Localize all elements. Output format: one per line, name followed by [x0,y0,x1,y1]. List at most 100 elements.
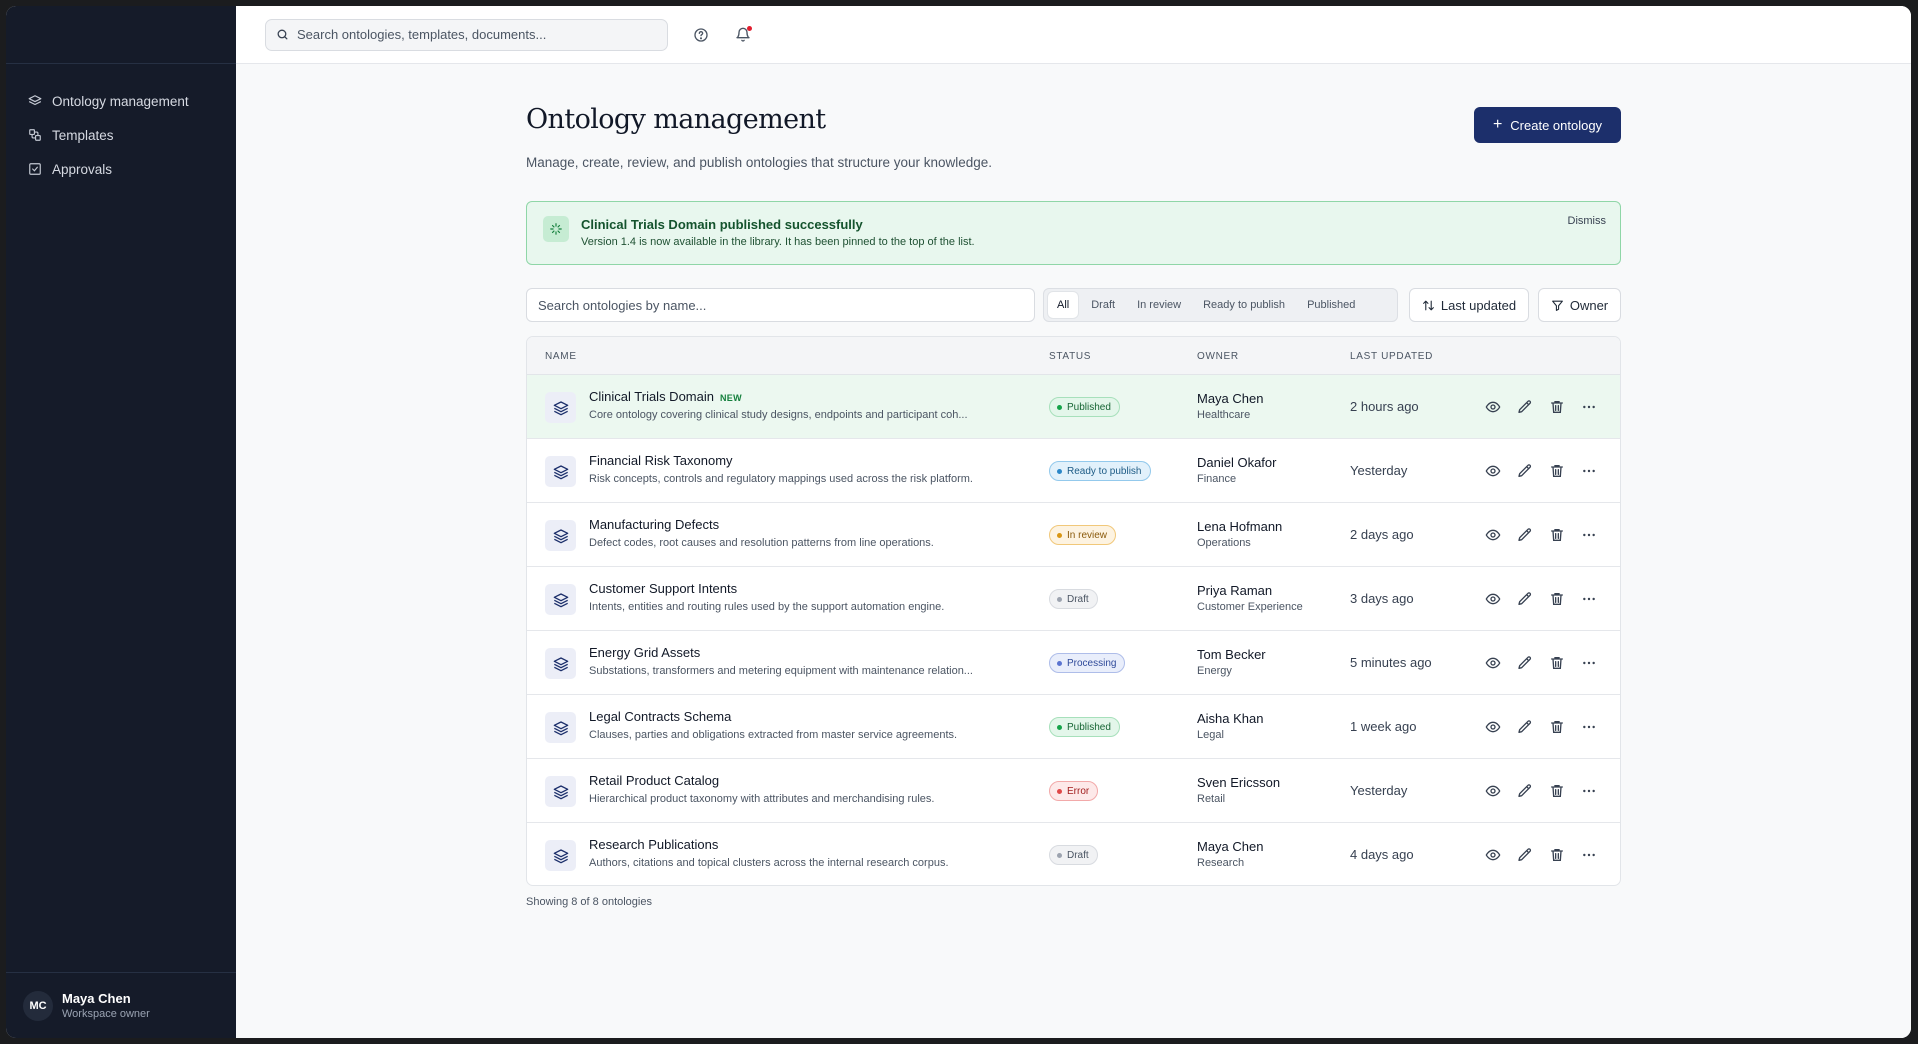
owner-department: Finance [1197,473,1237,485]
table-body: Clinical Trials Domain NEW Core ontology … [527,375,1620,885]
tab-ready-to-publish[interactable]: Ready to publish [1194,292,1294,318]
table-row[interactable]: Energy Grid Assets Substations, transfor… [527,631,1620,695]
more-horizontal-icon[interactable] [1581,399,1597,415]
more-horizontal-icon[interactable] [1581,591,1597,607]
eye-icon[interactable] [1485,719,1501,735]
sidebar-item-ontology-management[interactable]: Ontology management [6,84,236,118]
table-row[interactable]: Clinical Trials Domain NEW Core ontology … [527,375,1620,439]
ontology-name[interactable]: Legal Contracts Schema [589,709,731,724]
more-horizontal-icon[interactable] [1581,463,1597,479]
pencil-icon[interactable] [1517,463,1533,479]
filter-bar: All Draft In review Ready to publish Pub… [526,288,1621,322]
owner-filter-button[interactable]: Owner [1538,288,1621,322]
ontology-description: Clauses, parties and obligations extract… [589,729,958,741]
more-horizontal-icon[interactable] [1581,783,1597,799]
eye-icon[interactable] [1485,783,1501,799]
trash-icon[interactable] [1549,399,1565,415]
sidebar-item-templates[interactable]: Templates [6,118,236,152]
tab-draft[interactable]: Draft [1082,292,1124,318]
sidebar: Ontology management Templates Approvals … [6,6,236,1038]
tab-published[interactable]: Published [1298,292,1364,318]
pencil-icon[interactable] [1517,527,1533,543]
user-profile[interactable]: MC Maya Chen Workspace owner [6,972,236,1038]
ontology-search-input[interactable] [526,288,1035,322]
table-row[interactable]: Customer Support Intents Intents, entiti… [527,567,1620,631]
last-updated: Yesterday [1350,783,1408,798]
last-updated: 2 hours ago [1350,399,1419,414]
global-search-input[interactable] [297,27,657,42]
eye-icon[interactable] [1485,591,1501,607]
trash-icon[interactable] [1549,847,1565,863]
tab-all[interactable]: All [1048,292,1079,318]
status-badge: Published [1049,397,1120,417]
table-row[interactable]: Financial Risk Taxonomy Risk concepts, c… [527,439,1620,503]
status-label: Error [1067,785,1090,797]
trash-icon[interactable] [1549,783,1565,799]
status-label: In review [1067,529,1108,541]
more-horizontal-icon[interactable] [1581,527,1597,543]
status-filter-tabs: All Draft In review Ready to publish Pub… [1043,288,1398,322]
pencil-icon[interactable] [1517,399,1533,415]
table-header: NAME STATUS OWNER LAST UPDATED [527,337,1620,375]
ontology-name[interactable]: Research Publications [589,837,718,852]
eye-icon[interactable] [1485,399,1501,415]
tab-in-review[interactable]: In review [1128,292,1190,318]
column-header-name: NAME [545,351,577,362]
ontology-name[interactable]: Manufacturing Defects [589,517,719,532]
status-badge: Draft [1049,589,1098,609]
pencil-icon[interactable] [1517,719,1533,735]
ontology-name[interactable]: Clinical Trials Domain [589,389,714,404]
pencil-icon[interactable] [1517,783,1533,799]
trash-icon[interactable] [1549,463,1565,479]
ontology-table: NAME STATUS OWNER LAST UPDATED Clinical … [526,336,1621,886]
sidebar-item-approvals[interactable]: Approvals [6,152,236,186]
sort-button[interactable]: Last updated [1409,288,1529,322]
layers-icon [545,648,576,679]
ontology-name[interactable]: Customer Support Intents [589,581,737,596]
owner-name: Daniel Okafor [1197,455,1277,470]
trash-icon[interactable] [1549,655,1565,671]
pencil-icon[interactable] [1517,847,1533,863]
page-title: Ontology management [526,104,826,135]
pencil-icon[interactable] [1517,655,1533,671]
status-label: Ready to publish [1067,465,1142,477]
trash-icon[interactable] [1549,527,1565,543]
layers-icon [28,94,42,108]
eye-icon[interactable] [1485,655,1501,671]
table-row[interactable]: Legal Contracts Schema Clauses, parties … [527,695,1620,759]
avatar: MC [23,990,53,1021]
help-icon[interactable] [693,27,709,43]
success-banner: Clinical Trials Domain published success… [526,201,1621,265]
ontology-name[interactable]: Retail Product Catalog [589,773,719,788]
owner-name: Aisha Khan [1197,711,1264,726]
pencil-icon[interactable] [1517,591,1533,607]
column-header-status: STATUS [1049,351,1092,362]
bell-icon[interactable] [735,25,752,43]
eye-icon[interactable] [1485,847,1501,863]
owner-department: Retail [1197,793,1226,805]
owner-department: Healthcare [1197,409,1251,421]
plus-icon: + [1492,116,1503,133]
user-role: Workspace owner [62,1008,150,1020]
create-ontology-button[interactable]: + Create ontology [1474,107,1621,143]
eye-icon[interactable] [1485,463,1501,479]
eye-icon[interactable] [1485,527,1501,543]
layers-icon [545,840,576,871]
ontology-name[interactable]: Energy Grid Assets [589,645,700,660]
status-dot [1057,532,1062,538]
trash-icon[interactable] [1549,719,1565,735]
dismiss-button[interactable]: Dismiss [1568,215,1607,227]
trash-icon[interactable] [1549,591,1565,607]
table-row[interactable]: Retail Product Catalog Hierarchical prod… [527,759,1620,823]
status-label: Published [1067,721,1111,733]
more-horizontal-icon[interactable] [1581,719,1597,735]
sidebar-item-label: Ontology management [52,93,189,109]
table-row[interactable]: Manufacturing Defects Defect codes, root… [527,503,1620,567]
ontology-name[interactable]: Financial Risk Taxonomy [589,453,733,468]
global-search [265,18,668,51]
more-horizontal-icon[interactable] [1581,847,1597,863]
more-horizontal-icon[interactable] [1581,655,1597,671]
table-row[interactable]: Research Publications Authors, citations… [527,823,1620,885]
ontology-description: Core ontology covering clinical study de… [589,409,968,421]
owner-name: Lena Hofmann [1197,519,1283,534]
